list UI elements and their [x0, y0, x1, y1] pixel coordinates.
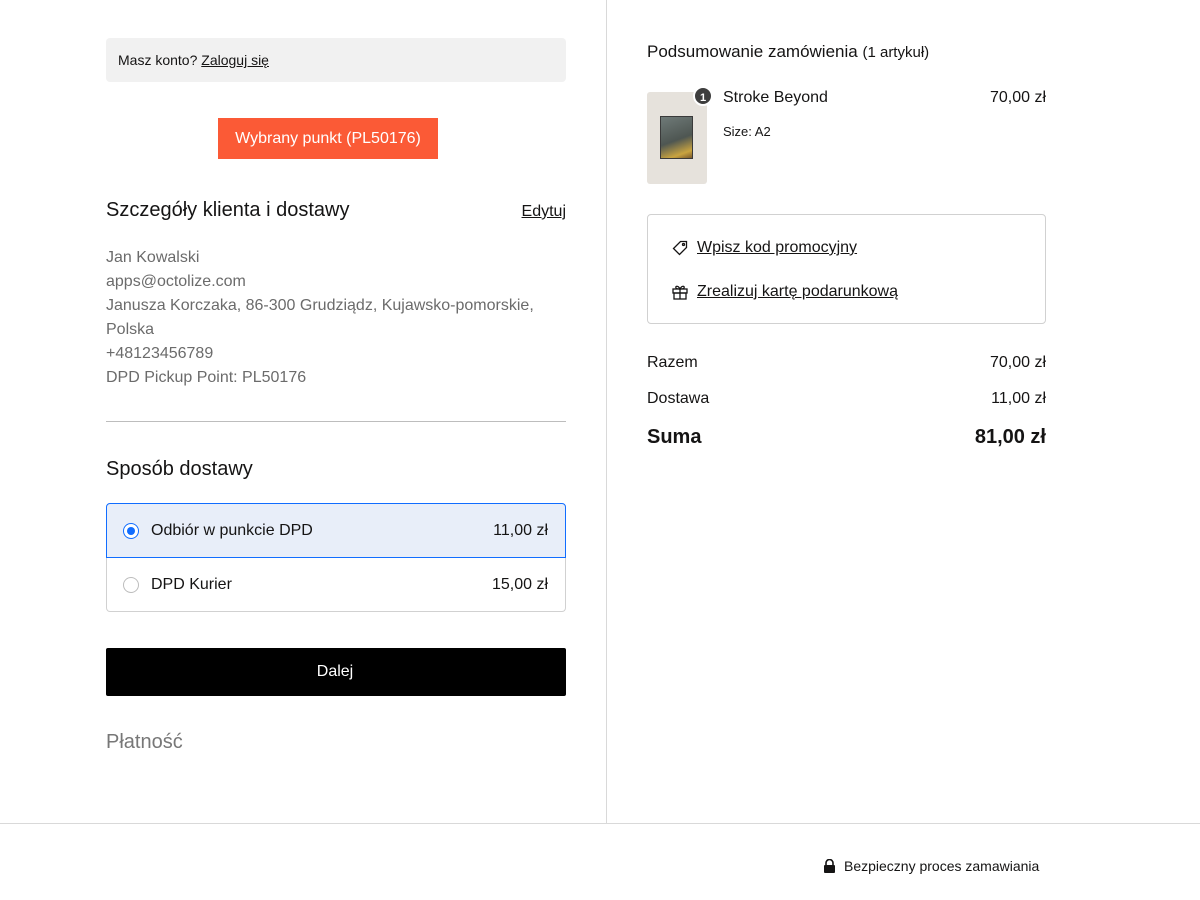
customer-email: apps@octolize.com — [106, 273, 246, 290]
subtotal-row: Razem 70,00 zł — [647, 354, 1046, 390]
customer-details: Jan Kowalski apps@octolize.com Janusza K… — [106, 246, 566, 390]
promo-code-label: Wpisz kod promocyjny — [697, 239, 858, 256]
order-summary-heading: Podsumowanie zamówienia — [647, 42, 858, 61]
shipping-method-title: Sposób dostawy — [106, 458, 253, 480]
shipping-option-dpd-pickup[interactable]: Odbiór w punkcie DPD 11,00 zł — [106, 503, 566, 558]
lock-icon — [824, 858, 835, 873]
gift-icon — [672, 285, 688, 300]
shipping-cost-row: Dostawa 11,00 zł — [647, 390, 1046, 426]
promo-box: Wpisz kod promocyjny Zrealizuj kartę pod… — [647, 214, 1046, 324]
shipping-cost-label: Dostawa — [647, 390, 710, 407]
secure-checkout-text: Bezpieczny proces zamawiania — [844, 858, 1040, 874]
order-totals: Razem 70,00 zł Dostawa 11,00 zł Suma 81,… — [647, 354, 1046, 462]
product-thumbnail — [647, 92, 707, 184]
customer-details-title: Szczegóły klienta i dostawy — [106, 199, 350, 221]
radio-selected[interactable] — [123, 522, 139, 539]
selected-pickup-point-button[interactable]: Wybrany punkt (PL50176) — [218, 118, 438, 159]
shipping-option-label: Odbiór w punkcie DPD — [151, 521, 313, 539]
gift-card-link[interactable]: Zrealizuj kartę podarunkową — [671, 283, 898, 301]
subtotal-label: Razem — [647, 354, 698, 371]
column-divider — [606, 0, 607, 823]
next-button-label: Dalej — [316, 663, 354, 681]
checkout-page: Masz konto? Zaloguj się Wybrany punkt (P… — [0, 0, 1200, 900]
quantity-badge: 1 — [693, 86, 713, 106]
payment-section-title[interactable]: Płatność — [106, 731, 183, 754]
customer-address: Janusza Korczaka, 86-300 Grudziądz, Kuja… — [106, 297, 534, 338]
order-item-count: (1 artykuł) — [862, 44, 930, 61]
grand-total-value: 81,00 zł — [974, 426, 1046, 448]
product-size: Size: A2 — [723, 124, 771, 139]
promo-code-link[interactable]: Wpisz kod promocyjny — [671, 239, 857, 257]
edit-customer-link[interactable]: Edytuj — [522, 203, 566, 221]
product-name: Stroke Beyond — [723, 89, 828, 106]
shipping-option-dpd-courier[interactable]: DPD Kurier 15,00 zł — [106, 558, 566, 612]
subtotal-value: 70,00 zł — [989, 354, 1046, 371]
shipping-option-price: 15,00 zł — [491, 575, 548, 593]
order-summary-title: Podsumowanie zamówienia (1 artykuł) — [647, 42, 929, 62]
product-price: 70,00 zł — [989, 89, 1046, 106]
next-button[interactable]: Dalej — [106, 648, 566, 696]
shipping-cost-value: 11,00 zł — [991, 390, 1046, 407]
shipping-option-label: DPD Kurier — [151, 575, 232, 593]
tag-icon — [672, 240, 688, 256]
login-prompt: Masz konto? — [118, 52, 198, 68]
section-divider — [106, 421, 566, 422]
customer-pickup-point: DPD Pickup Point: PL50176 — [106, 369, 307, 386]
shipping-option-price: 11,00 zł — [493, 521, 548, 539]
login-link[interactable]: Zaloguj się — [201, 52, 269, 68]
secure-checkout-note: Bezpieczny proces zamawiania — [823, 858, 1039, 874]
grand-total-label: Suma — [647, 426, 702, 448]
text-cursor — [354, 662, 356, 681]
grand-total-row: Suma 81,00 zł — [647, 426, 1046, 462]
footer-divider — [0, 823, 1200, 824]
customer-phone: +48123456789 — [106, 345, 214, 362]
login-banner: Masz konto? Zaloguj się — [106, 38, 566, 82]
order-line-item: 1 Stroke Beyond Size: A2 70,00 zł — [647, 86, 1046, 184]
radio-unselected[interactable] — [123, 576, 139, 593]
shipping-options: Odbiór w punkcie DPD 11,00 zł DPD Kurier… — [106, 503, 566, 612]
gift-card-label: Zrealizuj kartę podarunkową — [697, 283, 898, 300]
product-image — [660, 116, 693, 159]
customer-name: Jan Kowalski — [106, 249, 200, 266]
